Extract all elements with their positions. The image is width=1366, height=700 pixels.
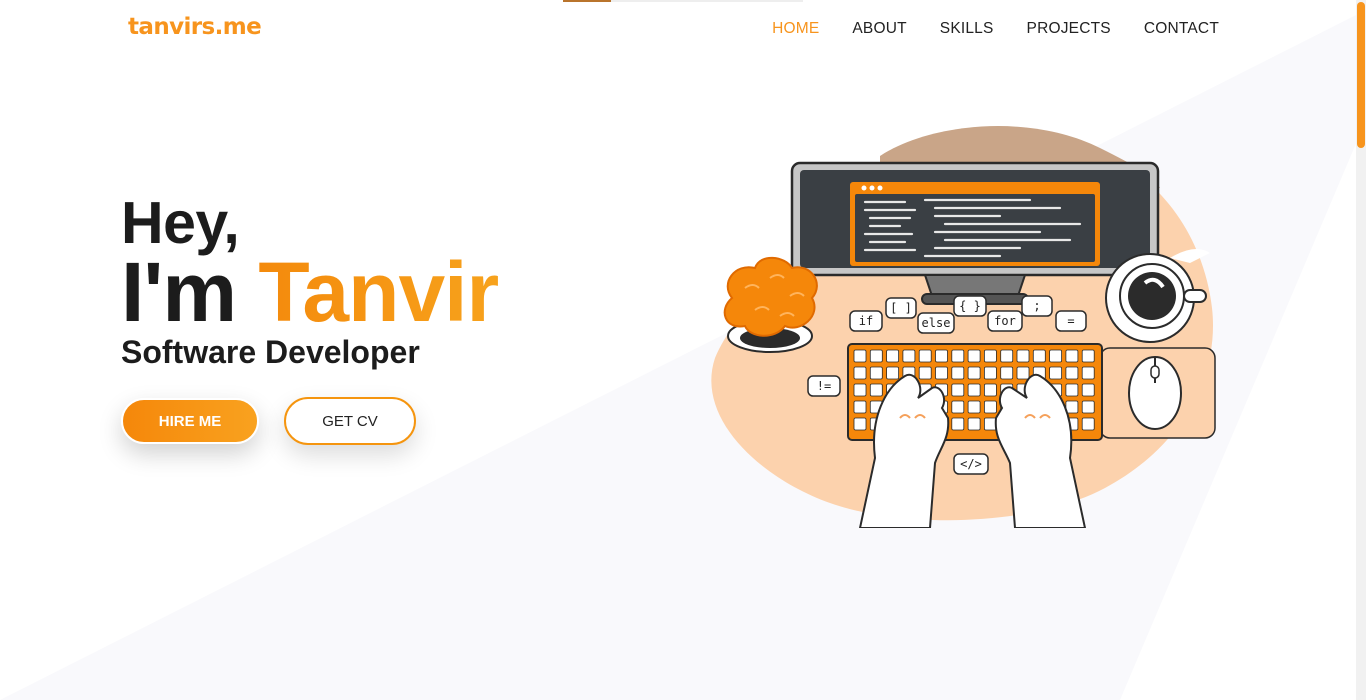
- svg-text:{ }: { }: [959, 299, 981, 313]
- bubble-braces: { }: [953, 295, 987, 317]
- svg-text:=: =: [1067, 314, 1074, 328]
- keyboard-key: [967, 349, 981, 363]
- keyboard-key: [1049, 349, 1063, 363]
- site-logo[interactable]: tanvirs.me: [128, 14, 262, 40]
- top-navbar: tanvirs.me HOME ABOUT SKILLS PROJECTS CO…: [0, 0, 1366, 58]
- svg-text:!=: !=: [817, 379, 831, 393]
- keyboard-key: [1081, 349, 1095, 363]
- keyboard-key: [951, 349, 965, 363]
- keyboard-key: [886, 349, 900, 363]
- keyboard-key: [1016, 349, 1030, 363]
- keyboard-key: [853, 417, 867, 431]
- keyboard-key: [1081, 417, 1095, 431]
- bubble-for: for: [987, 310, 1023, 332]
- bubble-not-equal: !=: [807, 375, 841, 397]
- hero-name-line: I'm Tanvir: [121, 250, 499, 334]
- hero-name: Tanvir: [258, 245, 499, 339]
- keyboard-key: [983, 349, 997, 363]
- mouse-icon: [1099, 347, 1216, 439]
- keyboard-key: [902, 349, 916, 363]
- keyboard-key: [967, 417, 981, 431]
- main-menu: HOME ABOUT SKILLS PROJECTS CONTACT: [739, 20, 1219, 38]
- keyboard-key: [983, 383, 997, 397]
- keyboard-key: [918, 366, 932, 380]
- nav-skills[interactable]: SKILLS: [940, 20, 994, 38]
- keyboard-key: [1081, 366, 1095, 380]
- keyboard-key: [853, 383, 867, 397]
- bubble-tag: </>: [953, 453, 989, 475]
- keyboard-key: [853, 349, 867, 363]
- page-scrollbar-thumb[interactable]: [1357, 2, 1365, 148]
- bubble-semicolon: ;: [1021, 295, 1053, 317]
- keyboard-key: [951, 417, 965, 431]
- keyboard-key: [1065, 366, 1079, 380]
- nav-projects[interactable]: PROJECTS: [1027, 20, 1111, 38]
- keyboard-key: [935, 349, 948, 363]
- keyboard-key: [1000, 349, 1014, 363]
- keyboard-key: [967, 366, 981, 380]
- hero-section: Hey, I'm Tanvir Software Developer: [121, 190, 499, 372]
- svg-text:for: for: [994, 314, 1016, 328]
- hire-me-button[interactable]: HIRE ME: [121, 398, 259, 444]
- keyboard-key: [869, 366, 883, 380]
- svg-text:else: else: [922, 316, 951, 330]
- keyboard-key: [886, 366, 900, 380]
- plant-icon: [723, 256, 818, 353]
- keyboard-key: [935, 366, 948, 380]
- keyboard-key: [1065, 400, 1079, 414]
- nav-home[interactable]: HOME: [772, 20, 819, 38]
- keyboard-key: [869, 383, 883, 397]
- keyboard-key: [869, 349, 883, 363]
- keyboard-key: [967, 383, 981, 397]
- svg-text:if: if: [859, 314, 873, 328]
- keyboard-key: [983, 417, 997, 431]
- keyboard-key: [1032, 349, 1046, 363]
- svg-text:</>: </>: [960, 457, 982, 471]
- hero-name-prefix: I'm: [121, 245, 259, 339]
- bubble-brackets: [ ]: [885, 297, 917, 319]
- developer-typing-illustration: if [ ] else { } for ; = != </>: [711, 126, 1216, 528]
- svg-text:[ ]: [ ]: [890, 301, 912, 315]
- keyboard-key: [1000, 366, 1014, 380]
- keyboard-key: [951, 383, 965, 397]
- keyboard-key: [1016, 366, 1030, 380]
- nav-about[interactable]: ABOUT: [852, 20, 906, 38]
- nav-contact[interactable]: CONTACT: [1144, 20, 1219, 38]
- keyboard-key: [853, 366, 867, 380]
- keyboard-key: [1049, 366, 1063, 380]
- keyboard-key: [1065, 349, 1079, 363]
- keyboard-key: [983, 366, 997, 380]
- bubble-if: if: [849, 310, 883, 332]
- keyboard-key: [967, 400, 981, 414]
- keyboard-key: [1081, 400, 1095, 414]
- svg-text:;: ;: [1033, 299, 1040, 313]
- keyboard-key: [1065, 383, 1079, 397]
- bubble-equals: =: [1055, 310, 1087, 332]
- keyboard-key: [951, 400, 965, 414]
- keyboard-key: [951, 366, 965, 380]
- keyboard-key: [983, 400, 997, 414]
- keyboard-key: [918, 349, 932, 363]
- keyboard-key: [853, 400, 867, 414]
- keyboard-key: [1081, 383, 1095, 397]
- bubble-else: else: [917, 312, 955, 334]
- get-cv-button[interactable]: GET CV: [284, 397, 416, 445]
